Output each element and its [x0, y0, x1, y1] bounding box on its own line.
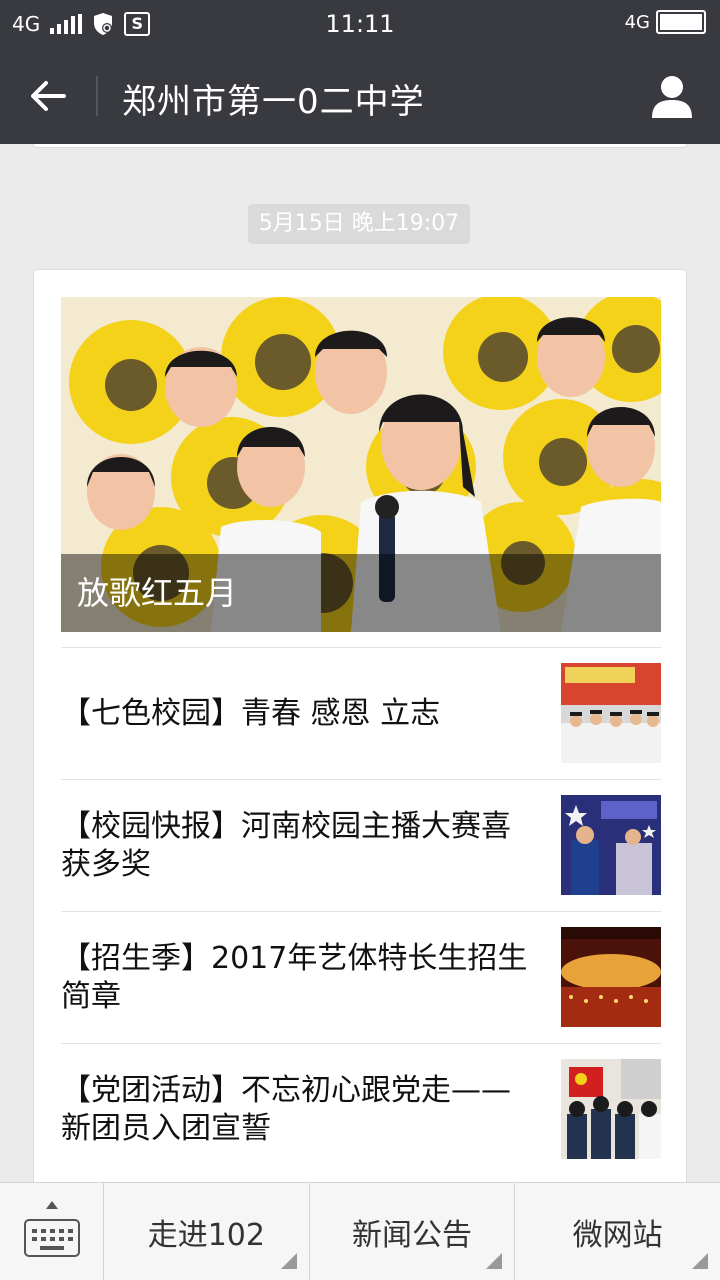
- article-card: 放歌红五月 【七色校园】青春 感恩 立志 【校园快报】河南校园主播大赛喜获多奖: [33, 269, 687, 1182]
- news-thumbnail: [561, 1059, 661, 1159]
- news-item[interactable]: 【校园快报】河南校园主播大赛喜获多奖: [61, 779, 661, 911]
- nav-bar: 郑州市第一0二中学: [0, 48, 720, 144]
- status-bar: 4G S 11:11 4G: [0, 0, 720, 48]
- status-right: 4G: [625, 10, 706, 34]
- menu-item-about[interactable]: 走进102: [104, 1183, 310, 1280]
- hero-article[interactable]: 放歌红五月: [61, 297, 661, 632]
- news-thumbnail: [561, 663, 661, 763]
- submenu-indicator-icon: [692, 1253, 709, 1269]
- battery-icon: [656, 10, 706, 34]
- back-arrow-icon[interactable]: [24, 72, 74, 120]
- previous-card-edge: [33, 144, 687, 148]
- menu-item-label: 走进102: [147, 1218, 265, 1253]
- caret-up-icon: [46, 1201, 58, 1209]
- menu-item-microsite[interactable]: 微网站: [515, 1183, 720, 1280]
- news-thumbnail: [561, 927, 661, 1027]
- menu-item-label: 微网站: [572, 1218, 663, 1253]
- submenu-indicator-icon: [486, 1253, 503, 1269]
- profile-icon[interactable]: [650, 72, 694, 120]
- news-title: 【招生季】2017年艺体特长生招生简章: [61, 941, 528, 1014]
- news-item[interactable]: 【党团活动】不忘初心跟党走——新团员入团宣誓: [61, 1043, 661, 1175]
- news-item[interactable]: 【招生季】2017年艺体特长生招生简章: [61, 911, 661, 1043]
- network-type-right: 4G: [624, 11, 650, 33]
- message-list[interactable]: 5月15日 晚上19:07 放歌红五月 【七色校园】青春 感恩 立志 【校园快报…: [0, 144, 720, 1182]
- keyboard-icon: [24, 1219, 80, 1257]
- news-title: 【校园快报】河南校园主播大赛喜获多奖: [61, 809, 511, 882]
- nav-divider: [96, 76, 98, 116]
- submenu-indicator-icon: [280, 1253, 297, 1269]
- hero-caption: 放歌红五月: [77, 574, 238, 612]
- status-time: 11:11: [325, 10, 395, 38]
- menu-item-news[interactable]: 新闻公告: [310, 1183, 516, 1280]
- news-title: 【党团活动】不忘初心跟党走——新团员入团宣誓: [61, 1073, 511, 1146]
- news-thumbnail: [561, 795, 661, 895]
- message-timestamp: 5月15日 晚上19:07: [248, 204, 470, 244]
- menu-item-label: 新闻公告: [352, 1218, 472, 1253]
- news-item[interactable]: 【七色校园】青春 感恩 立志: [61, 647, 661, 779]
- bottom-menu: 走进102 新闻公告 微网站: [0, 1182, 720, 1280]
- page-title: 郑州市第一0二中学: [122, 82, 425, 122]
- news-title: 【七色校园】青春 感恩 立志: [61, 696, 441, 731]
- keyboard-toggle-button[interactable]: [0, 1183, 104, 1280]
